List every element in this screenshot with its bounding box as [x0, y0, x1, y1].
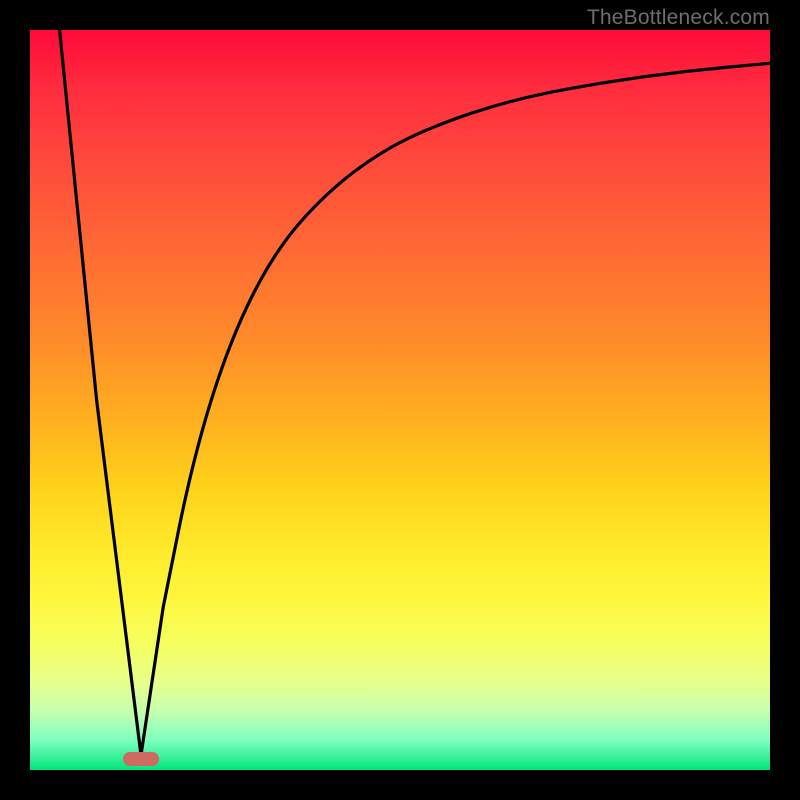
trough-marker — [123, 752, 159, 766]
plot-area — [30, 30, 770, 770]
watermark-text: TheBottleneck.com — [587, 6, 770, 30]
chart-frame: TheBottleneck.com — [0, 0, 800, 800]
bottleneck-curve — [30, 30, 770, 770]
